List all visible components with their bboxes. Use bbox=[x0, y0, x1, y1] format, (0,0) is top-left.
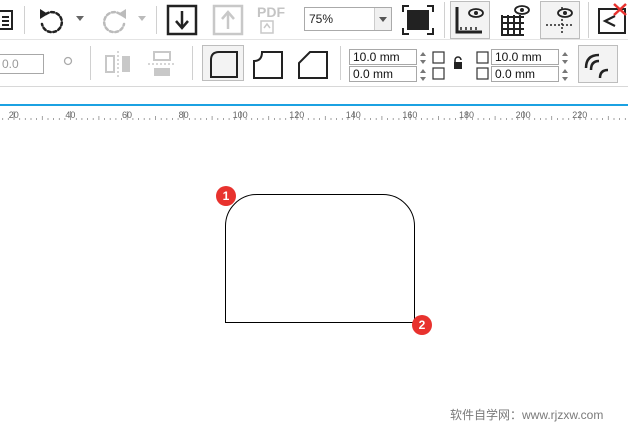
corner-top-right-indicator-icon bbox=[476, 51, 489, 64]
bottom-right-radius-field[interactable]: 0.0 mm bbox=[491, 66, 559, 82]
ruler-label: 40 bbox=[65, 110, 76, 120]
watermark-text: 软件自学网：www.rjzxw.com bbox=[450, 408, 604, 422]
ruler-label: 80 bbox=[178, 110, 189, 120]
undo-icon[interactable] bbox=[36, 6, 68, 34]
ruler-highlight-band bbox=[0, 104, 628, 106]
pdf-export-icon bbox=[260, 20, 274, 34]
annotation-badge-1: 1 bbox=[216, 186, 236, 206]
top-right-radius-field[interactable]: 10.0 mm bbox=[491, 49, 559, 65]
top-left-radius-value: 10.0 mm bbox=[353, 50, 400, 64]
full-screen-icon[interactable] bbox=[402, 5, 434, 35]
top-left-radius-spinner[interactable] bbox=[419, 50, 429, 66]
bottom-right-radius-value: 0.0 mm bbox=[495, 67, 536, 81]
rotation-angle-field[interactable]: 0.0 bbox=[0, 54, 44, 74]
close-icon[interactable] bbox=[597, 3, 628, 35]
toolbar-separator bbox=[192, 46, 193, 80]
scalloped-corner-icon[interactable] bbox=[252, 49, 284, 79]
bottom-right-radius-spinner[interactable] bbox=[561, 67, 571, 83]
lock-icon[interactable] bbox=[453, 56, 463, 70]
show-guides-icon bbox=[546, 7, 574, 34]
mirror-horizontal-icon[interactable] bbox=[102, 50, 134, 78]
bottom-left-radius-spinner[interactable] bbox=[419, 67, 429, 83]
round-corner-icon bbox=[210, 51, 238, 78]
corner-top-left-indicator-icon bbox=[432, 51, 445, 64]
annotation-badge-2: 2 bbox=[412, 315, 432, 335]
ruler-label: 180 bbox=[459, 110, 475, 120]
show-grid-icon[interactable] bbox=[498, 3, 532, 37]
import-icon[interactable] bbox=[166, 4, 198, 36]
ruler-label: 60 bbox=[122, 110, 133, 120]
show-guides-button[interactable] bbox=[540, 1, 580, 39]
top-left-radius-field[interactable]: 10.0 mm bbox=[349, 49, 417, 65]
zoom-value: 75% bbox=[309, 12, 334, 26]
standard-toolbar: PDF 75% bbox=[0, 0, 628, 40]
corner-bottom-left-indicator-icon bbox=[432, 67, 445, 80]
toolbar-separator bbox=[24, 6, 25, 34]
rotation-angle-value: 0.0 bbox=[2, 57, 19, 71]
pdf-label: PDF bbox=[257, 4, 285, 20]
toolbar-separator bbox=[588, 2, 589, 38]
zoom-level-dropdown[interactable]: 75% bbox=[304, 7, 392, 31]
top-right-radius-spinner[interactable] bbox=[561, 50, 571, 66]
ruler-label: 120 bbox=[289, 110, 305, 120]
relative-corner-scaling-button[interactable] bbox=[578, 45, 618, 83]
redo-dropdown-icon[interactable] bbox=[138, 16, 146, 22]
app-window: PDF 75% 0.0 10.0 mm 0.0 mm 10.0 mm 0.0 m… bbox=[0, 0, 628, 427]
toolbar-separator bbox=[90, 46, 91, 80]
bottom-left-radius-field[interactable]: 0.0 mm bbox=[349, 66, 417, 82]
rounded-rectangle-shape[interactable] bbox=[225, 194, 415, 323]
ruler-label: 100 bbox=[232, 110, 248, 120]
property-bar: 0.0 10.0 mm 0.0 mm 10.0 mm 0.0 mm bbox=[0, 40, 628, 87]
corner-bottom-right-indicator-icon bbox=[476, 67, 489, 80]
top-right-radius-value: 10.0 mm bbox=[495, 50, 542, 64]
ruler-label: 160 bbox=[402, 110, 418, 120]
show-rulers-icon bbox=[455, 7, 484, 34]
toolbar-separator bbox=[340, 46, 341, 80]
toolbar-separator bbox=[156, 6, 157, 34]
round-corner-button[interactable] bbox=[202, 45, 244, 81]
chamfered-corner-icon[interactable] bbox=[297, 49, 329, 79]
document-icon[interactable] bbox=[0, 10, 14, 30]
ruler-label: 140 bbox=[345, 110, 361, 120]
bottom-left-radius-value: 0.0 mm bbox=[353, 67, 394, 81]
chevron-down-icon[interactable] bbox=[374, 8, 391, 30]
undo-dropdown-icon[interactable] bbox=[76, 16, 84, 22]
export-icon[interactable] bbox=[212, 4, 244, 36]
ruler-label: 220 bbox=[572, 110, 588, 120]
ruler-label: 20 bbox=[8, 110, 19, 120]
redo-icon[interactable] bbox=[98, 6, 130, 34]
relative-corner-scaling-icon bbox=[584, 53, 609, 79]
degree-icon bbox=[63, 56, 73, 66]
toolbar-separator bbox=[444, 2, 445, 38]
mirror-vertical-icon[interactable] bbox=[146, 50, 178, 78]
publish-pdf-button[interactable]: PDF bbox=[256, 4, 290, 36]
ruler-label: 200 bbox=[515, 110, 531, 120]
show-rulers-button[interactable] bbox=[450, 1, 490, 39]
